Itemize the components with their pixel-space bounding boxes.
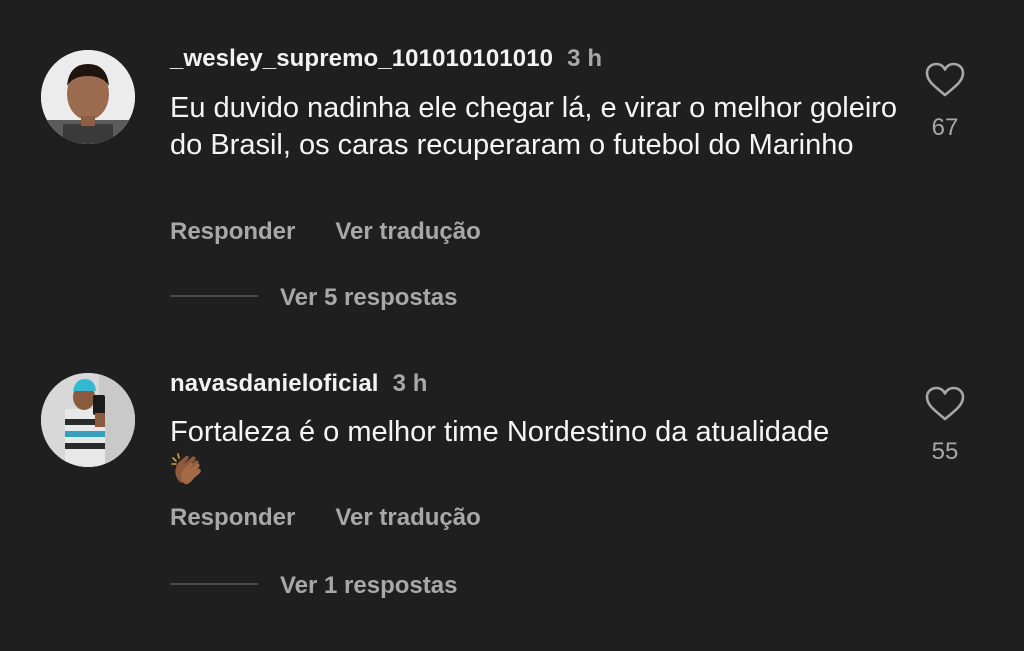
view-replies-button[interactable]: Ver 1 respostas	[170, 572, 457, 600]
username[interactable]: navasdanieloficial	[170, 370, 379, 397]
reply-button[interactable]: Responder	[170, 504, 295, 532]
view-replies-label: Ver 1 respostas	[280, 572, 458, 599]
comment-text: Fortaleza é o melhor time Nordestino da …	[170, 416, 830, 448]
like-control: 55	[922, 386, 968, 466]
view-replies-label: Ver 5 respostas	[280, 284, 458, 311]
heart-outline-icon[interactable]	[925, 62, 965, 98]
comment-header: _wesley_supremo_101010101010 3 h	[170, 45, 602, 73]
comment-actions: Responder Ver tradução	[170, 218, 481, 246]
avatar[interactable]	[41, 50, 135, 144]
avatar[interactable]	[41, 373, 135, 467]
like-count: 67	[931, 114, 959, 141]
comment-text-block: Fortaleza é o melhor time Nordestino da …	[170, 414, 900, 488]
like-count: 55	[931, 438, 959, 465]
like-control: 67	[922, 62, 968, 142]
replies-divider	[170, 582, 258, 585]
heart-outline-icon[interactable]	[925, 386, 965, 422]
comment-text: Eu duvido nadinha ele chegar lá, e virar…	[170, 92, 898, 161]
timestamp: 3 h	[392, 370, 428, 397]
username[interactable]: _wesley_supremo_101010101010	[170, 45, 553, 72]
view-replies-button[interactable]: Ver 5 respostas	[170, 284, 457, 312]
translate-button[interactable]: Ver tradução	[335, 218, 480, 246]
avatar-photo	[41, 373, 135, 467]
comment-header: navasdanieloficial 3 h	[170, 370, 428, 398]
clapping-hands-icon	[171, 453, 201, 485]
translate-button[interactable]: Ver tradução	[335, 504, 480, 532]
comment-actions: Responder Ver tradução	[170, 504, 481, 532]
timestamp: 3 h	[567, 45, 603, 72]
reply-button[interactable]: Responder	[170, 218, 295, 246]
avatar-photo	[41, 50, 135, 144]
replies-divider	[170, 294, 258, 297]
